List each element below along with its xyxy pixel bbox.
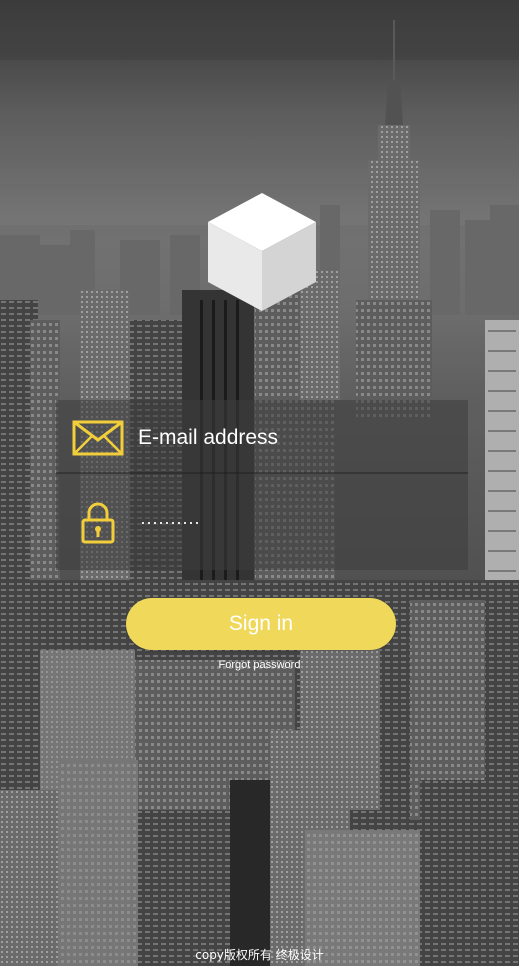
password-input[interactable]: ·········· xyxy=(140,502,200,542)
envelope-icon xyxy=(72,420,124,460)
field-divider xyxy=(56,472,468,474)
padlock-icon xyxy=(80,500,116,544)
sign-in-button[interactable]: Sign in xyxy=(126,598,396,650)
email-input[interactable] xyxy=(138,418,438,458)
footer-copyright: copy版权所有 终极设计 xyxy=(195,948,324,962)
forgot-password-link[interactable]: Forgot password xyxy=(0,659,519,671)
login-form: ·········· xyxy=(56,400,468,570)
cube-logo-icon xyxy=(206,191,318,313)
password-field-row: ·········· xyxy=(56,486,468,554)
email-field-row xyxy=(56,404,468,472)
